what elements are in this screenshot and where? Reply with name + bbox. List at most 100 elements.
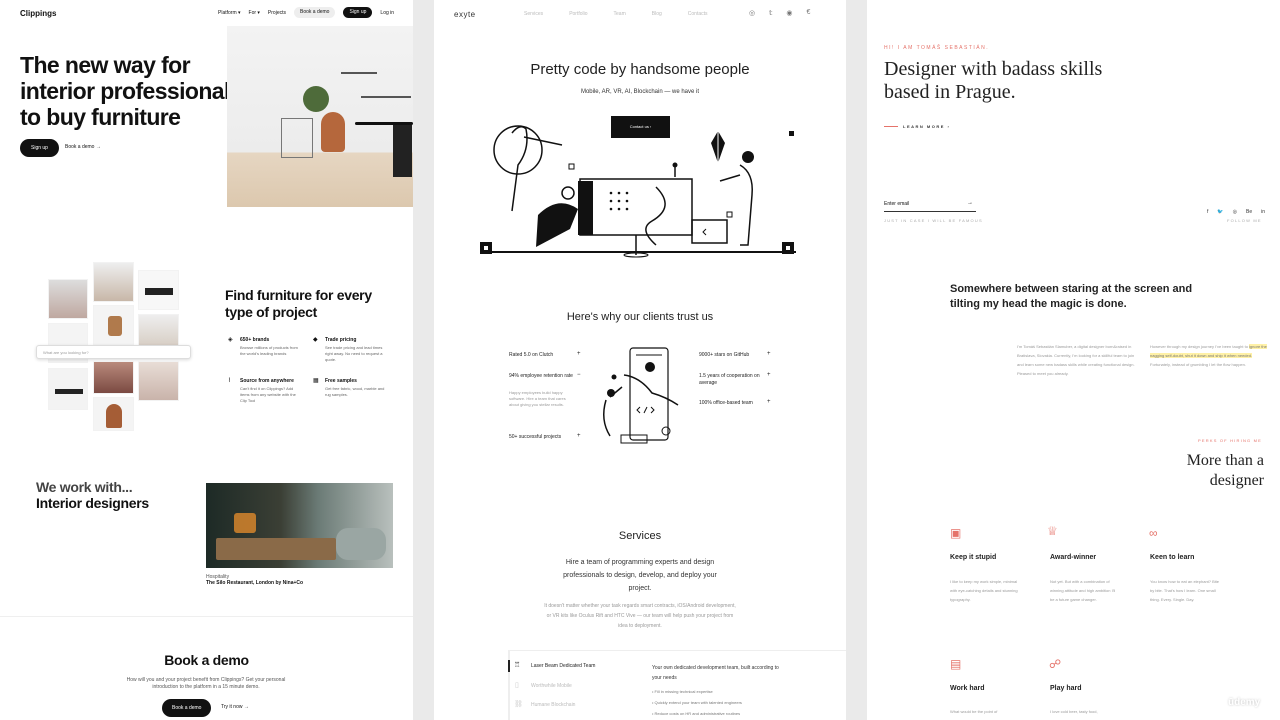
nav-projects[interactable]: Projects — [268, 10, 286, 16]
team-bullet: • Fill in missing technical expertise — [652, 689, 713, 694]
trophy-icon: ♕ — [1047, 524, 1058, 538]
collapse-icon[interactable]: − — [577, 372, 581, 378]
tab-blockchain[interactable]: Humane Blockchain — [531, 702, 575, 708]
perk-title: Work hard — [950, 685, 985, 692]
work-with-heading: We work with... — [36, 479, 133, 495]
stat-retention-desc: Happy employees build happy software. Hi… — [509, 390, 566, 407]
collage-tile — [93, 262, 134, 302]
expand-icon[interactable]: + — [577, 351, 581, 357]
book-demo-button[interactable]: Book a demo — [162, 699, 212, 717]
portfolio-panel: HI! I AM TOMÁŠ SEBASTIÁN. Designer with … — [867, 0, 1280, 720]
calculator-icon: ▤ — [950, 657, 962, 671]
exyte-hero-subtitle: Mobile, AR, VR, AI, Blockchain — we have… — [580, 89, 700, 95]
perk-desc: What would be the point of — [950, 709, 998, 714]
collage-tile — [93, 361, 134, 394]
udemy-watermark: ūdemy — [1228, 697, 1261, 708]
nav-contacts[interactable]: Contacts — [688, 11, 708, 17]
book-demo-title: Book a demo — [164, 652, 249, 668]
chair-image — [321, 112, 345, 152]
tab-mobile[interactable]: Worthwhile Mobile — [531, 683, 572, 689]
clippings-panel: Clippings Platform ▾ For ▾ Projects Book… — [0, 0, 413, 720]
behance-icon[interactable]: Be — [1246, 209, 1252, 215]
collage-tile — [138, 361, 179, 401]
nav-platform[interactable]: Platform ▾ — [218, 10, 241, 16]
learn-more-line — [884, 126, 898, 127]
nav-for[interactable]: For ▾ — [249, 10, 260, 16]
layers-icon: ◈ — [228, 337, 233, 343]
perk-desc: I like to keep my work simple, minimal w… — [950, 579, 1018, 602]
feature-brands: ◈ 650+ brands Browse millions of product… — [228, 337, 298, 356]
restaurant-name[interactable]: The Silo Restaurant, London by Nina+Co — [206, 580, 303, 586]
collage-tile — [93, 305, 134, 345]
hero-sign-up-button[interactable]: Sign up — [20, 139, 59, 157]
services-description-secondary: It doesn't matter whether your task rega… — [544, 603, 736, 629]
collage-search-input[interactable]: What are you looking for? — [36, 345, 191, 359]
bio-right: However through my design journey I've b… — [1150, 344, 1267, 367]
instagram-icon[interactable]: ◎ — [749, 9, 755, 17]
try-now-link[interactable]: Try it now → — [221, 704, 249, 710]
blockchain-icon: ⛓ — [514, 701, 523, 708]
learn-more-link[interactable]: LEARN MORE › — [903, 124, 950, 129]
trust-title: Here's why our clients trust us — [566, 311, 714, 323]
team-icon: ♖ — [514, 662, 521, 669]
perk-desc: Not yet. But with a combination of winni… — [1050, 579, 1116, 602]
collage-tile — [138, 314, 179, 346]
perk-title: Keep it stupid — [950, 554, 997, 561]
nav-portfolio[interactable]: Portfolio — [569, 11, 587, 17]
nav-sign-up-button[interactable]: Sign up — [343, 7, 373, 18]
hero-book-demo-link[interactable]: Book a demo → — [65, 144, 101, 150]
quote-heading: Somewhere between staring at the screen … — [950, 283, 1193, 310]
trolley-image — [281, 118, 313, 158]
clutch-icon[interactable]: € — [806, 9, 810, 17]
intro-title: Designer with badass skills based in Pra… — [884, 58, 1103, 103]
twitter-icon[interactable]: 𝕥 — [769, 9, 772, 17]
wall-shelf — [361, 96, 411, 98]
stat-projects: 50+ successful projects — [509, 434, 562, 440]
expand-icon[interactable]: + — [767, 351, 771, 357]
twitter-icon[interactable]: 🐦 — [1217, 209, 1223, 215]
intro-eyebrow: HI! I AM TOMÁŠ SEBASTIÁN. — [884, 45, 990, 51]
feature-trade-pricing: ◆ Trade pricing See trade pricing and le… — [313, 337, 383, 362]
tab-dedicated-team[interactable]: Laser Beam Dedicated Team — [531, 663, 595, 669]
find-furniture-title: Find furniture for every type of project — [225, 287, 372, 320]
collage-tile — [48, 368, 88, 410]
linkedin-icon[interactable]: in — [1261, 209, 1265, 215]
glasses-icon: ∞ — [1149, 526, 1158, 540]
grid-icon: ▦ — [313, 378, 319, 384]
facebook-icon[interactable]: f — [1207, 209, 1208, 215]
nav-book-demo-button[interactable]: Book a demo — [293, 7, 336, 18]
nav-log-in[interactable]: Log in — [380, 10, 394, 16]
follow-me-label: FOLLOW ME — [1227, 218, 1262, 223]
nav-team[interactable]: Team — [614, 11, 626, 17]
image-icon: ▣ — [950, 526, 962, 540]
services-description: Hire a team of programming experts and d… — [563, 559, 717, 592]
perk-desc: You know how to eat an elephant? Bite by… — [1150, 579, 1220, 602]
perk-title: Award-winner — [1050, 554, 1097, 561]
expand-icon[interactable]: + — [577, 433, 581, 439]
services-divider — [508, 650, 846, 651]
email-input[interactable]: Enter email — [884, 201, 909, 207]
bio-left: I'm Tomáš Sebastián Slamuber, a digital … — [1017, 344, 1135, 376]
clippings-logo[interactable]: Clippings — [20, 9, 56, 18]
portfolio-social: f 🐦 ◎ Be in — [1207, 209, 1265, 215]
clippings-nav: Platform ▾ For ▾ Projects Book a demo Si… — [218, 7, 394, 18]
instagram-icon[interactable]: ◎ — [1233, 209, 1237, 215]
wall-shelf — [341, 72, 377, 74]
mobile-icon: ▯ — [515, 682, 519, 689]
exyte-nav: Services Portfolio Team Blog Contacts — [524, 11, 708, 17]
section-divider — [0, 616, 413, 617]
exyte-panel: exyte Services Portfolio Team Blog Conta… — [434, 0, 846, 720]
expand-icon[interactable]: + — [767, 372, 771, 378]
exyte-hero-title: Pretty code by handsome people — [530, 61, 750, 78]
exyte-logo[interactable]: exyte — [454, 10, 476, 19]
hero-furniture-image — [227, 26, 413, 207]
expand-icon[interactable]: + — [767, 399, 771, 405]
book-demo-description: How will you and your project benefit fr… — [126, 677, 286, 690]
nav-blog[interactable]: Blog — [652, 11, 662, 17]
arrow-right-icon[interactable]: → — [967, 200, 973, 206]
collage-tile — [93, 397, 134, 431]
nav-services[interactable]: Services — [524, 11, 543, 17]
gamepad-icon: ☍ — [1049, 657, 1062, 671]
perks-eyebrow: PERKS OF HIRING ME — [1198, 438, 1263, 443]
github-icon[interactable]: ◉ — [786, 9, 792, 17]
